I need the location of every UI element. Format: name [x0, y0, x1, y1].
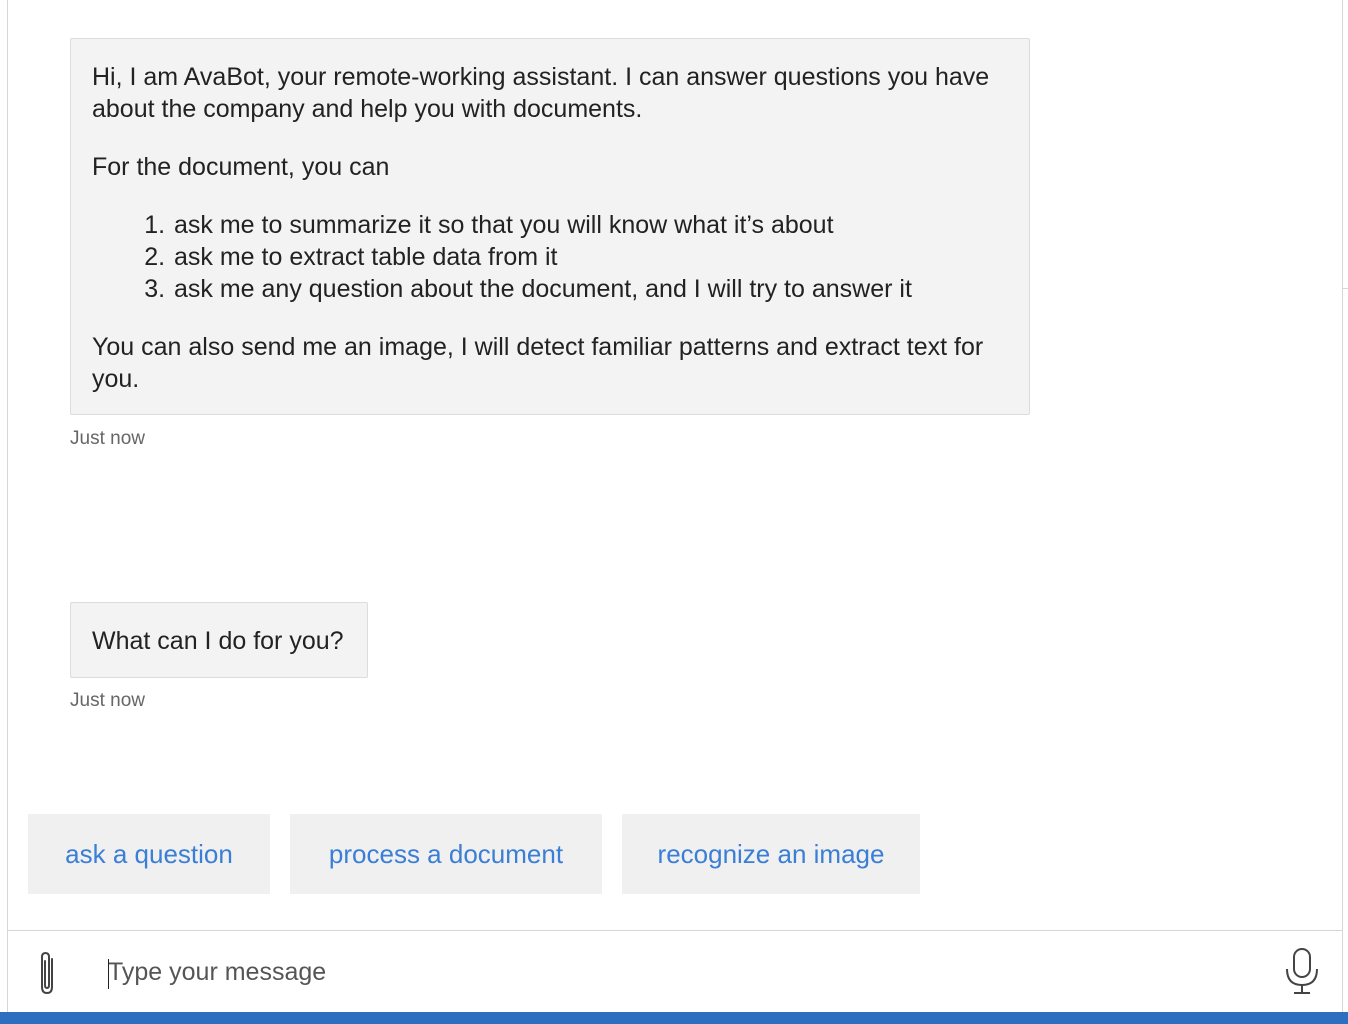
message-text: You can also send me an image, I will de…	[92, 333, 984, 393]
window-bottom-accent-bar	[0, 1012, 1348, 1024]
message-input[interactable]	[106, 949, 1268, 995]
message-composer	[8, 930, 1342, 1012]
chat-transcript: Hi, I am AvaBot, your remote-working ass…	[8, 0, 1342, 930]
list-item: ask me to summarize it so that you will …	[172, 209, 1007, 241]
message-text: For the document, you can	[92, 153, 390, 181]
list-item: ask me any question about the document, …	[172, 273, 1007, 305]
microphone-icon[interactable]	[1282, 947, 1322, 997]
bot-message-bubble: Hi, I am AvaBot, your remote-working ass…	[70, 38, 1030, 415]
scroll-marker	[1343, 288, 1348, 289]
message-timestamp: Just now	[70, 428, 145, 449]
suggested-action-process-document[interactable]: process a document	[290, 814, 602, 894]
window-right-border	[1342, 0, 1343, 1012]
suggested-action-recognize-image[interactable]: recognize an image	[622, 814, 920, 894]
paperclip-icon[interactable]	[32, 949, 64, 997]
webchat-window: Hi, I am AvaBot, your remote-working ass…	[0, 0, 1348, 1024]
message-text: Hi, I am AvaBot, your remote-working ass…	[92, 63, 990, 123]
message-timestamp: Just now	[70, 690, 145, 711]
suggested-action-ask-question[interactable]: ask a question	[28, 814, 270, 894]
message-text: What can I do for you?	[92, 627, 344, 655]
capabilities-list: ask me to summarize it so that you will …	[92, 209, 1007, 305]
bot-message-bubble: What can I do for you?	[70, 602, 368, 678]
list-item: ask me to extract table data from it	[172, 241, 1007, 273]
text-caret	[108, 959, 109, 989]
